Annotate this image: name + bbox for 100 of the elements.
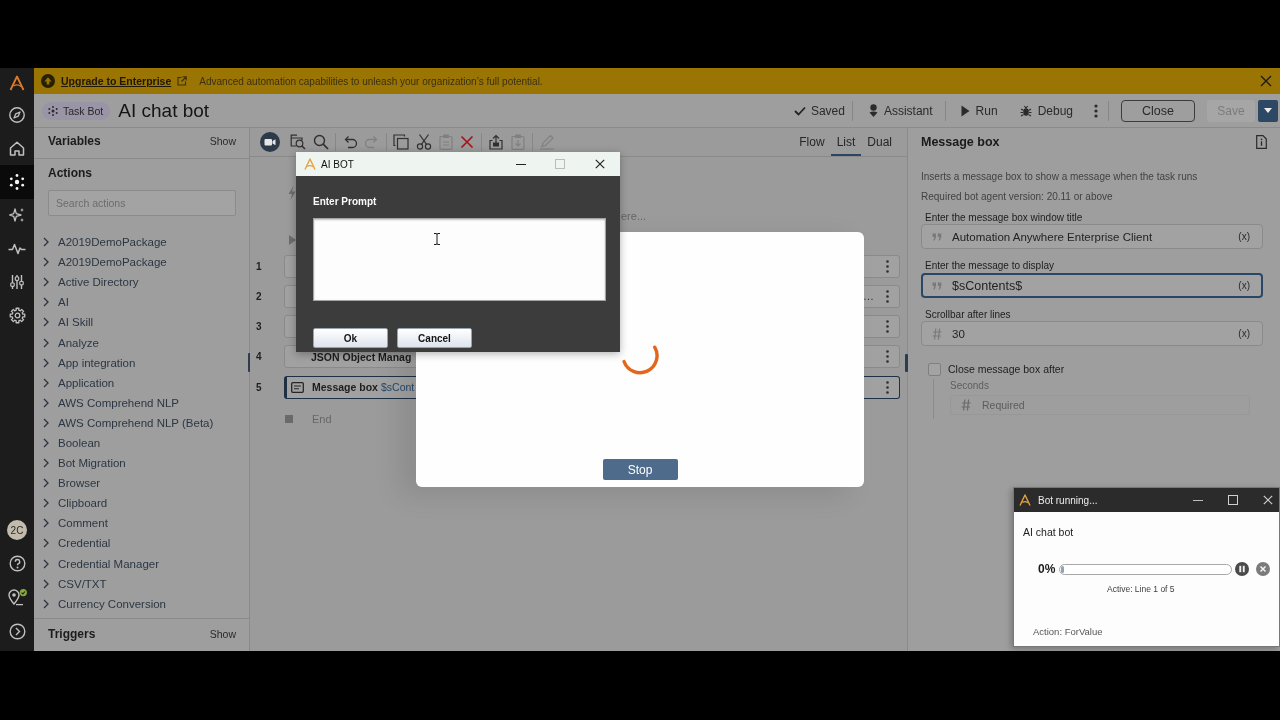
cut-icon[interactable]	[416, 134, 432, 150]
logo-icon	[9, 75, 25, 91]
action-category[interactable]: Bot Migration	[34, 453, 126, 474]
field-label: Enter the message to display	[925, 258, 1054, 272]
text-cursor-icon	[433, 233, 441, 245]
field-placeholder: Required	[982, 399, 1025, 411]
logo-icon	[304, 158, 316, 170]
insert-variable-button[interactable]: (x)	[1238, 231, 1250, 242]
action-category[interactable]: AWS Comprehend NLP (Beta)	[34, 412, 214, 433]
view-tab[interactable]: List	[830, 128, 862, 156]
more-icon[interactable]	[886, 380, 889, 394]
field-label: Enter the message box window title	[925, 210, 1083, 224]
more-icon[interactable]	[886, 289, 889, 303]
line-number: 2	[256, 290, 262, 302]
description-text: Inserts a message box to show a message when the task runs	[921, 170, 1198, 184]
location-pin-icon[interactable]	[7, 589, 27, 606]
more-icon[interactable]	[886, 350, 889, 364]
action-category[interactable]: Boolean	[34, 432, 101, 454]
sliders-icon	[10, 274, 24, 291]
undo-icon[interactable]	[342, 135, 358, 149]
panel-title: Message box	[921, 135, 1000, 149]
action-category[interactable]: Credential Manager	[34, 553, 159, 574]
cancel-icon[interactable]	[1256, 562, 1271, 576]
upgrade-link[interactable]: Upgrade to Enterprise	[61, 75, 172, 87]
maximize-icon[interactable]	[1228, 495, 1238, 505]
section-title: Triggers	[48, 627, 96, 641]
line-number: 1	[256, 260, 262, 272]
action-category[interactable]: A2019DemoPackage	[34, 232, 167, 253]
action-category[interactable]: AI Skill	[34, 312, 94, 333]
nav-button[interactable]	[0, 165, 34, 199]
dialog-button[interactable]: Ok	[313, 328, 388, 348]
bot-name: AI chat bot	[1023, 526, 1074, 538]
action-text: Action: ForValue	[1033, 626, 1103, 637]
truncated-text: …	[863, 290, 874, 303]
view-tab[interactable]: Dual	[861, 128, 898, 156]
text-field[interactable]: Automation Anywhere Enterprise Client (x)	[921, 224, 1263, 249]
close-icon[interactable]	[595, 159, 605, 169]
action-category[interactable]: AWS Comprehend NLP	[34, 392, 179, 413]
user-avatar[interactable]: 2C	[7, 520, 27, 541]
line-number: 4	[256, 351, 262, 363]
hash-icon	[932, 327, 942, 340]
action-category[interactable]: AI	[34, 292, 69, 313]
section-title: Actions	[48, 165, 92, 182]
line-number: 5	[256, 381, 262, 393]
dialog-button[interactable]: Cancel	[397, 328, 472, 348]
stop-button[interactable]: Stop	[602, 459, 678, 480]
document-info-icon[interactable]	[1256, 135, 1267, 149]
compass-icon	[9, 106, 25, 123]
checkbox[interactable]	[928, 362, 941, 376]
search-icon[interactable]	[313, 134, 329, 150]
checkbox-label: Close message box after	[948, 363, 1065, 375]
delete-icon[interactable]	[460, 135, 474, 149]
dropdown-button[interactable]	[1258, 99, 1278, 122]
action-category[interactable]: Analyze	[34, 332, 99, 353]
action-category[interactable]: Browser	[34, 473, 101, 494]
chevron-circle-icon[interactable]	[8, 622, 26, 640]
close-button[interactable]: Close	[1121, 99, 1195, 122]
search-frame-icon[interactable]	[290, 134, 306, 150]
action-label: JSON Object Manag	[311, 351, 412, 362]
pause-icon[interactable]	[1235, 562, 1250, 576]
insert-variable-button[interactable]: (x)	[1238, 280, 1250, 291]
more-icon[interactable]	[886, 259, 889, 273]
action-category[interactable]: Credential	[34, 533, 111, 554]
bot-title: AI chat bot	[118, 99, 210, 122]
action-category[interactable]: App integration	[34, 352, 136, 373]
action-category[interactable]: CSV/TXT	[34, 573, 107, 594]
insert-variable-button[interactable]: (x)	[1238, 328, 1250, 339]
more-icon[interactable]	[886, 320, 889, 333]
scrollbar-thumb[interactable]	[905, 354, 908, 372]
bot-icon	[9, 173, 25, 190]
sparkle-icon	[9, 207, 25, 224]
action-category[interactable]: Application	[34, 372, 115, 393]
minimize-icon[interactable]	[516, 163, 526, 165]
action-category[interactable]: A2019DemoPackage	[34, 252, 167, 273]
message-box-icon	[291, 381, 304, 393]
end-marker-icon	[285, 414, 293, 423]
copy-icon[interactable]	[393, 134, 409, 150]
action-category[interactable]: Clipboard	[34, 493, 108, 514]
number-field[interactable]: 30 (x)	[921, 321, 1263, 346]
show-toggle[interactable]: Show	[209, 135, 236, 147]
text-field[interactable]: $sContents$ (x)	[921, 273, 1263, 298]
show-toggle[interactable]: Show	[209, 628, 236, 640]
action-category[interactable]: Active Directory	[34, 272, 139, 293]
record-icon[interactable]	[260, 132, 280, 152]
prompt-field[interactable]	[313, 218, 606, 301]
minimize-icon[interactable]	[1193, 499, 1203, 501]
toolbar-button[interactable]: Run	[960, 103, 998, 118]
play-icon	[960, 104, 970, 117]
toolbar-button[interactable]: Assistant	[868, 103, 933, 118]
field-value: 30	[952, 327, 965, 340]
more-icon[interactable]	[1094, 103, 1098, 118]
view-tab[interactable]: Flow	[793, 128, 831, 156]
field-value: Automation Anywhere Enterprise Client	[952, 230, 1153, 243]
export-icon[interactable]	[488, 134, 504, 150]
action-category[interactable]: Currency Conversion	[34, 593, 166, 614]
section-title: Variables	[48, 134, 101, 148]
loading-spinner-icon	[621, 344, 659, 375]
help-icon[interactable]	[8, 555, 26, 573]
toolbar-button[interactable]: Debug	[1019, 103, 1073, 118]
action-category[interactable]: Comment	[34, 513, 108, 534]
